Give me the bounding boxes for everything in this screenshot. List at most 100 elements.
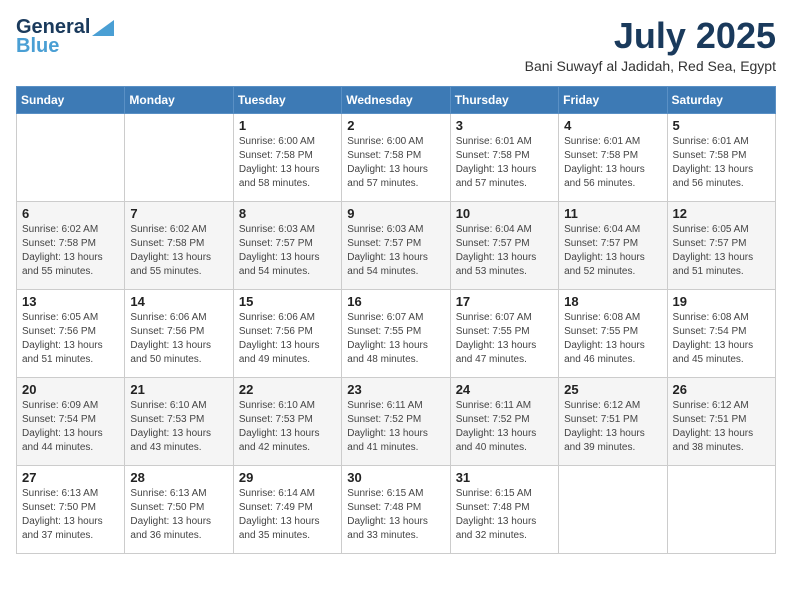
weekday-header-thursday: Thursday: [450, 86, 558, 113]
day-info: Sunrise: 6:12 AM Sunset: 7:51 PM Dayligh…: [673, 399, 770, 455]
calendar-cell: 5 Sunrise: 6:01 AM Sunset: 7:58 PM Daylig…: [667, 113, 775, 201]
day-info: Sunrise: 6:13 AM Sunset: 7:50 PM Dayligh…: [130, 487, 227, 543]
day-info: Sunrise: 6:03 AM Sunset: 7:57 PM Dayligh…: [347, 223, 444, 279]
day-info: Sunrise: 6:01 AM Sunset: 7:58 PM Dayligh…: [673, 135, 770, 191]
logo-icon: [92, 20, 114, 36]
day-number: 27: [22, 470, 119, 485]
day-info: Sunrise: 6:04 AM Sunset: 7:57 PM Dayligh…: [456, 223, 553, 279]
day-number: 8: [239, 206, 336, 221]
day-number: 29: [239, 470, 336, 485]
day-info: Sunrise: 6:10 AM Sunset: 7:53 PM Dayligh…: [239, 399, 336, 455]
day-number: 28: [130, 470, 227, 485]
calendar-cell: 27 Sunrise: 6:13 AM Sunset: 7:50 PM Dayli…: [17, 465, 125, 553]
calendar-cell: 9Sunrise: 6:03 AM Sunset: 7:57 PM Daylig…: [342, 201, 450, 289]
calendar-cell: 17 Sunrise: 6:07 AM Sunset: 7:55 PM Dayli…: [450, 289, 558, 377]
day-number: 23: [347, 382, 444, 397]
calendar-cell: 8Sunrise: 6:03 AM Sunset: 7:57 PM Daylig…: [233, 201, 341, 289]
day-number: 18: [564, 294, 661, 309]
location-text: Bani Suwayf al Jadidah, Red Sea, Egypt: [525, 58, 776, 74]
calendar-cell: 13 Sunrise: 6:05 AM Sunset: 7:56 PM Dayli…: [17, 289, 125, 377]
calendar-cell: 6 Sunrise: 6:02 AM Sunset: 7:58 PM Daylig…: [17, 201, 125, 289]
calendar-cell: 26 Sunrise: 6:12 AM Sunset: 7:51 PM Dayli…: [667, 377, 775, 465]
day-number: 5: [673, 118, 770, 133]
day-info: Sunrise: 6:05 AM Sunset: 7:56 PM Dayligh…: [22, 311, 119, 367]
calendar-cell: 12 Sunrise: 6:05 AM Sunset: 7:57 PM Dayli…: [667, 201, 775, 289]
calendar-cell: 21 Sunrise: 6:10 AM Sunset: 7:53 PM Dayli…: [125, 377, 233, 465]
calendar-week-2: 6 Sunrise: 6:02 AM Sunset: 7:58 PM Daylig…: [17, 201, 776, 289]
day-info: Sunrise: 6:00 AM Sunset: 7:58 PM Dayligh…: [347, 135, 444, 191]
calendar-cell: 18 Sunrise: 6:08 AM Sunset: 7:55 PM Dayli…: [559, 289, 667, 377]
weekday-header-row: SundayMondayTuesdayWednesdayThursdayFrid…: [17, 86, 776, 113]
day-info: Sunrise: 6:00 AM Sunset: 7:58 PM Dayligh…: [239, 135, 336, 191]
weekday-header-tuesday: Tuesday: [233, 86, 341, 113]
weekday-header-sunday: Sunday: [17, 86, 125, 113]
day-info: Sunrise: 6:08 AM Sunset: 7:54 PM Dayligh…: [673, 311, 770, 367]
calendar-cell: 23 Sunrise: 6:11 AM Sunset: 7:52 PM Dayli…: [342, 377, 450, 465]
calendar-cell: 28 Sunrise: 6:13 AM Sunset: 7:50 PM Dayli…: [125, 465, 233, 553]
calendar-cell: 1 Sunrise: 6:00 AM Sunset: 7:58 PM Daylig…: [233, 113, 341, 201]
day-number: 20: [22, 382, 119, 397]
weekday-header-wednesday: Wednesday: [342, 86, 450, 113]
day-number: 3: [456, 118, 553, 133]
logo-blue: Blue: [16, 35, 59, 58]
day-number: 4: [564, 118, 661, 133]
calendar-cell: 16 Sunrise: 6:07 AM Sunset: 7:55 PM Dayli…: [342, 289, 450, 377]
day-number: 30: [347, 470, 444, 485]
day-number: 17: [456, 294, 553, 309]
logo: General Blue: [16, 16, 114, 58]
calendar-cell: 22Sunrise: 6:10 AM Sunset: 7:53 PM Dayli…: [233, 377, 341, 465]
day-number: 10: [456, 206, 553, 221]
day-number: 7: [130, 206, 227, 221]
day-number: 6: [22, 206, 119, 221]
calendar-cell: 29Sunrise: 6:14 AM Sunset: 7:49 PM Dayli…: [233, 465, 341, 553]
day-info: Sunrise: 6:01 AM Sunset: 7:58 PM Dayligh…: [456, 135, 553, 191]
calendar-cell: [559, 465, 667, 553]
day-number: 13: [22, 294, 119, 309]
calendar-cell: 31Sunrise: 6:15 AM Sunset: 7:48 PM Dayli…: [450, 465, 558, 553]
day-info: Sunrise: 6:01 AM Sunset: 7:58 PM Dayligh…: [564, 135, 661, 191]
day-info: Sunrise: 6:15 AM Sunset: 7:48 PM Dayligh…: [347, 487, 444, 543]
day-info: Sunrise: 6:04 AM Sunset: 7:57 PM Dayligh…: [564, 223, 661, 279]
day-info: Sunrise: 6:15 AM Sunset: 7:48 PM Dayligh…: [456, 487, 553, 543]
day-number: 19: [673, 294, 770, 309]
calendar-cell: 19 Sunrise: 6:08 AM Sunset: 7:54 PM Dayli…: [667, 289, 775, 377]
weekday-header-friday: Friday: [559, 86, 667, 113]
calendar-cell: 24Sunrise: 6:11 AM Sunset: 7:52 PM Dayli…: [450, 377, 558, 465]
day-number: 24: [456, 382, 553, 397]
day-number: 2: [347, 118, 444, 133]
day-number: 26: [673, 382, 770, 397]
day-number: 21: [130, 382, 227, 397]
day-info: Sunrise: 6:11 AM Sunset: 7:52 PM Dayligh…: [347, 399, 444, 455]
day-number: 14: [130, 294, 227, 309]
calendar-cell: [125, 113, 233, 201]
day-info: Sunrise: 6:07 AM Sunset: 7:55 PM Dayligh…: [456, 311, 553, 367]
calendar-week-1: 1 Sunrise: 6:00 AM Sunset: 7:58 PM Daylig…: [17, 113, 776, 201]
day-info: Sunrise: 6:07 AM Sunset: 7:55 PM Dayligh…: [347, 311, 444, 367]
title-block: July 2025 Bani Suwayf al Jadidah, Red Se…: [525, 16, 776, 74]
day-number: 1: [239, 118, 336, 133]
calendar-week-3: 13 Sunrise: 6:05 AM Sunset: 7:56 PM Dayli…: [17, 289, 776, 377]
calendar-cell: 30 Sunrise: 6:15 AM Sunset: 7:48 PM Dayli…: [342, 465, 450, 553]
weekday-header-saturday: Saturday: [667, 86, 775, 113]
day-info: Sunrise: 6:10 AM Sunset: 7:53 PM Dayligh…: [130, 399, 227, 455]
day-info: Sunrise: 6:02 AM Sunset: 7:58 PM Dayligh…: [22, 223, 119, 279]
month-title: July 2025: [525, 16, 776, 56]
day-number: 16: [347, 294, 444, 309]
day-number: 12: [673, 206, 770, 221]
calendar-cell: 14 Sunrise: 6:06 AM Sunset: 7:56 PM Dayli…: [125, 289, 233, 377]
day-info: Sunrise: 6:12 AM Sunset: 7:51 PM Dayligh…: [564, 399, 661, 455]
calendar-week-4: 20 Sunrise: 6:09 AM Sunset: 7:54 PM Dayli…: [17, 377, 776, 465]
calendar-cell: [17, 113, 125, 201]
day-info: Sunrise: 6:09 AM Sunset: 7:54 PM Dayligh…: [22, 399, 119, 455]
weekday-header-monday: Monday: [125, 86, 233, 113]
day-info: Sunrise: 6:13 AM Sunset: 7:50 PM Dayligh…: [22, 487, 119, 543]
day-info: Sunrise: 6:08 AM Sunset: 7:55 PM Dayligh…: [564, 311, 661, 367]
page-header: General Blue July 2025 Bani Suwayf al Ja…: [16, 16, 776, 74]
calendar-table: SundayMondayTuesdayWednesdayThursdayFrid…: [16, 86, 776, 554]
calendar-week-5: 27 Sunrise: 6:13 AM Sunset: 7:50 PM Dayli…: [17, 465, 776, 553]
day-info: Sunrise: 6:06 AM Sunset: 7:56 PM Dayligh…: [130, 311, 227, 367]
day-number: 25: [564, 382, 661, 397]
day-info: Sunrise: 6:05 AM Sunset: 7:57 PM Dayligh…: [673, 223, 770, 279]
calendar-cell: 20 Sunrise: 6:09 AM Sunset: 7:54 PM Dayli…: [17, 377, 125, 465]
day-number: 11: [564, 206, 661, 221]
